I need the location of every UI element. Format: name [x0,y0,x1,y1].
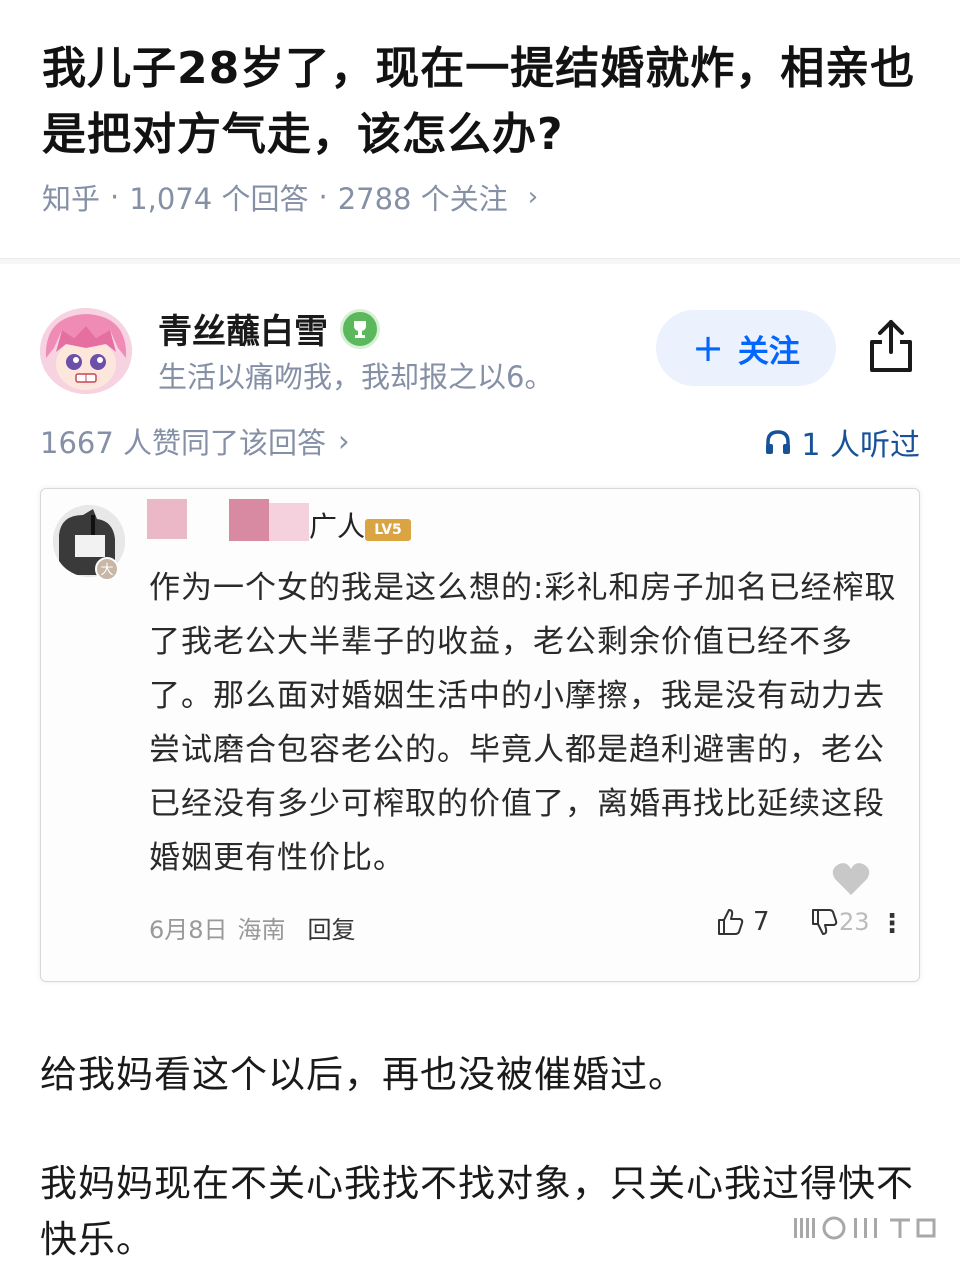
share-icon[interactable] [866,318,916,374]
chevron-right-icon: › [338,424,350,458]
follower-count: 2788 个关注 [337,182,508,216]
heart-icon [832,863,870,895]
commenter-name-tail: 广人 [309,510,366,543]
answer-count: 1,074 个回答 [129,182,309,216]
question-meta[interactable]: 知乎 · 1,074 个回答 · 2788 个关注 › [42,176,538,218]
question-title[interactable]: 我儿子28岁了，现在一提结婚就炸，相亲也是把对方气走，该怎么办? [42,36,922,168]
reply-label: 回复 [307,915,356,944]
section-divider [0,258,960,264]
comment-date: 6月8日 [149,915,228,944]
upvote-summary[interactable]: 1667 人赞同了该回答 › [40,420,350,462]
author-name[interactable]: 青丝蘸白雪 [158,304,328,353]
comment-region: 海南 [237,915,286,944]
comment-body: 作为一个女的我是这么想的:彩礼和房子加名已经榨取了我老公大半辈子的收益，老公剩余… [149,570,897,876]
author-name-row[interactable]: 青丝蘸白雪 [158,304,380,353]
anime-avatar-icon [40,308,132,394]
watermark-logo [790,1210,940,1246]
censor-mosaic [229,499,269,541]
trophy-badge-icon[interactable] [340,308,380,349]
listen-text: 1 人听过 [801,428,920,463]
headphones-icon [766,430,791,454]
plus-icon: + [692,326,724,370]
avatar-tag: 大 [95,557,119,581]
level-badge: LV5 [365,519,411,541]
more-options-icon: ⋮ [879,909,905,939]
follow-button[interactable]: + 关注 [656,310,836,386]
censor-mosaic [147,499,187,539]
author-bio: 生活以痛吻我，我却报之以6。 [158,360,554,394]
comment-like: 7 [715,907,770,937]
thumbs-up-icon [718,909,744,935]
source-label: 知乎 [42,182,101,216]
author-row: 青丝蘸白雪 生活以痛吻我，我却报之以6。 + 关注 [40,304,920,394]
answer-paragraph: 给我妈看这个以后，再也没被催婚过。 [40,1053,686,1096]
separator-dot: · [318,180,328,214]
chevron-right-icon: › [527,182,539,212]
comment-footer: 6月8日 海南 回复 [149,907,909,947]
embedded-comment-screenshot: 大 广人 LV5 作为一个女的我是这么想的:彩礼和房子加名已经榨取了我老公大半辈… [40,488,920,982]
listen-count[interactable]: 1 人听过 [763,420,920,464]
upvote-text: 1667 人赞同了该回答 [40,426,327,460]
comment-dislike: 23 [809,907,870,937]
like-count: 7 [753,907,770,937]
author-avatar[interactable] [40,308,132,394]
separator-dot: · [110,180,120,214]
thumbs-down-icon [812,909,838,935]
follow-label: 关注 [737,333,800,370]
censor-mosaic [269,503,309,541]
answer-paragraph: 我妈妈现在不关心我找不找对象，只关心我过得快不快乐。 [40,1162,914,1261]
dislike-count: 23 [839,908,870,936]
